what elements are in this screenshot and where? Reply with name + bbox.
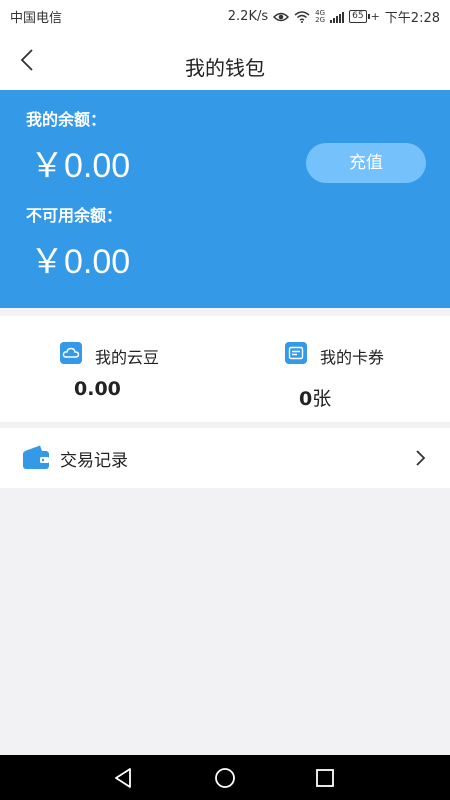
- status-bar: 中国电信 2.2K/s 4G 2G 65 + 下午2:28: [0, 0, 450, 30]
- eye-icon: [273, 12, 290, 21]
- nav-bar: 我的钱包: [0, 30, 450, 90]
- coupon-icon: [285, 342, 307, 364]
- yundou-value: 0.00: [74, 378, 121, 400]
- network-type: 4G 2G: [315, 9, 326, 24]
- recents-square-icon[interactable]: [313, 766, 337, 790]
- network-speed: 2.2K/s: [227, 9, 269, 24]
- home-circle-icon[interactable]: [213, 766, 237, 790]
- assets-panel: 我的云豆 0.00 我的卡券 0张: [0, 316, 450, 422]
- network-type-bottom: 2G: [315, 15, 326, 24]
- unavailable-balance-label: 不可用余额：: [26, 206, 123, 225]
- battery-nub: [367, 14, 370, 19]
- cloud-icon: [60, 342, 82, 364]
- carrier-name: 中国电信: [10, 11, 63, 26]
- wallet-icon: [23, 445, 49, 469]
- clock: 下午2:28: [384, 11, 440, 26]
- page-title: 我的钱包: [185, 56, 265, 80]
- yundou-label: 我的云豆: [95, 348, 160, 367]
- status-icons: 2.2K/s 4G 2G 65 + 下午2:28: [228, 7, 440, 26]
- balance-amount: ￥0.00: [30, 147, 131, 185]
- coupons-value: 0张: [299, 384, 331, 411]
- signal-icon: [330, 11, 345, 23]
- back-triangle-icon[interactable]: [112, 766, 136, 790]
- system-nav-bar: [0, 755, 450, 800]
- yundou-item[interactable]: 我的云豆 0.00: [0, 316, 225, 422]
- battery-indicator: 65 +: [349, 10, 380, 23]
- recharge-button[interactable]: 充值: [306, 143, 426, 183]
- battery-level: 65: [349, 10, 367, 23]
- balance-label: 我的余额：: [26, 110, 107, 129]
- coupons-count: 0: [299, 388, 313, 410]
- coupons-unit: 张: [312, 388, 332, 410]
- coupons-item[interactable]: 我的卡券 0张: [225, 316, 450, 422]
- transaction-records-label: 交易记录: [60, 451, 128, 471]
- chevron-right-icon: [416, 450, 426, 466]
- coupons-label: 我的卡券: [320, 348, 385, 367]
- wifi-icon: [294, 10, 310, 23]
- charging-icon: +: [370, 10, 380, 23]
- transaction-records-item[interactable]: 交易记录: [0, 428, 450, 488]
- balance-card: 我的余额： ￥0.00 充值 不可用余额： ￥0.00: [0, 90, 450, 308]
- unavailable-balance-amount: ￥0.00: [30, 243, 131, 281]
